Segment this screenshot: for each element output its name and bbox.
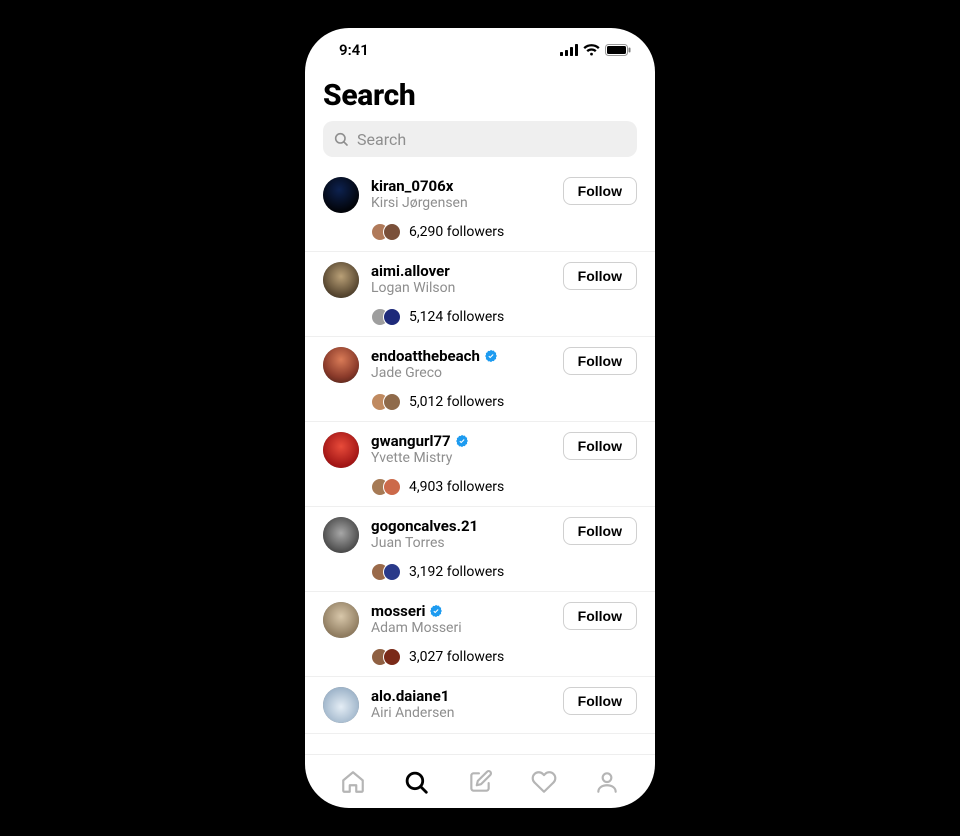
tab-compose[interactable] (467, 769, 493, 795)
user-row[interactable]: kiran_0706x Kirsi Jørgensen Follow 6,290… (305, 167, 655, 252)
battery-icon (605, 44, 631, 56)
followers-count: 6,290 followers (409, 224, 504, 240)
avatar[interactable] (323, 347, 359, 383)
user-row[interactable]: alo.daiane1 Airi Andersen Follow (305, 677, 655, 734)
follow-button[interactable]: Follow (563, 347, 637, 375)
display-name: Jade Greco (371, 365, 563, 381)
avatar[interactable] (323, 687, 359, 723)
facepile-avatar (383, 563, 401, 581)
username: kiran_0706x (371, 177, 453, 195)
followers-line: 5,124 followers (371, 308, 637, 326)
follow-button[interactable]: Follow (563, 177, 637, 205)
avatar[interactable] (323, 602, 359, 638)
username: gogoncalves.21 (371, 517, 478, 535)
display-name: Yvette Mistry (371, 450, 563, 466)
facepile (371, 308, 401, 326)
followers-line: 5,012 followers (371, 393, 637, 411)
page-title: Search (305, 72, 655, 121)
verified-badge-icon (455, 434, 469, 448)
avatar[interactable] (323, 262, 359, 298)
display-name: Juan Torres (371, 535, 563, 551)
username: gwangurl77 (371, 432, 451, 450)
followers-count: 4,903 followers (409, 479, 504, 495)
followers-line: 6,290 followers (371, 223, 637, 241)
follow-button[interactable]: Follow (563, 602, 637, 630)
followers-count: 3,192 followers (409, 564, 504, 580)
display-name: Airi Andersen (371, 705, 563, 721)
username: aimi.allover (371, 262, 450, 280)
avatar[interactable] (323, 432, 359, 468)
verified-badge-icon (484, 349, 498, 363)
user-row[interactable]: endoatthebeach Jade Greco Follow 5,012 f… (305, 337, 655, 422)
facepile (371, 648, 401, 666)
verified-badge-icon (429, 604, 443, 618)
avatar[interactable] (323, 177, 359, 213)
cellular-icon (560, 44, 578, 56)
facepile-avatar (383, 478, 401, 496)
user-row[interactable]: gogoncalves.21 Juan Torres Follow 3,192 … (305, 507, 655, 592)
followers-line: 3,192 followers (371, 563, 637, 581)
follow-button[interactable]: Follow (563, 432, 637, 460)
user-row[interactable]: gwangurl77 Yvette Mistry Follow 4,903 fo… (305, 422, 655, 507)
compose-icon (467, 769, 493, 795)
user-row[interactable]: aimi.allover Logan Wilson Follow 5,124 f… (305, 252, 655, 337)
follow-button[interactable]: Follow (563, 262, 637, 290)
home-icon (340, 769, 366, 795)
facepile (371, 393, 401, 411)
profile-icon (594, 769, 620, 795)
search-placeholder: Search (357, 130, 406, 149)
facepile (371, 563, 401, 581)
display-name: Adam Mosseri (371, 620, 563, 636)
wifi-icon (583, 44, 600, 56)
search-input[interactable]: Search (323, 121, 637, 157)
followers-count: 5,012 followers (409, 394, 504, 410)
status-indicators (560, 44, 631, 56)
avatar[interactable] (323, 517, 359, 553)
display-name: Logan Wilson (371, 280, 563, 296)
status-bar: 9:41 (305, 28, 655, 72)
facepile-avatar (383, 223, 401, 241)
tab-bar (305, 754, 655, 808)
facepile (371, 223, 401, 241)
follow-button[interactable]: Follow (563, 687, 637, 715)
facepile-avatar (383, 308, 401, 326)
tab-profile[interactable] (594, 769, 620, 795)
tab-activity[interactable] (531, 769, 557, 795)
user-row[interactable]: mosseri Adam Mosseri Follow 3,027 follow… (305, 592, 655, 677)
tab-search[interactable] (403, 769, 429, 795)
phone-frame: 9:41 Search Search kiran_0706x (305, 28, 655, 808)
search-icon (403, 769, 429, 795)
results-list: kiran_0706x Kirsi Jørgensen Follow 6,290… (305, 167, 655, 754)
followers-count: 3,027 followers (409, 649, 504, 665)
display-name: Kirsi Jørgensen (371, 195, 563, 211)
search-icon (333, 131, 349, 147)
username: alo.daiane1 (371, 687, 449, 705)
follow-button[interactable]: Follow (563, 517, 637, 545)
facepile (371, 478, 401, 496)
username: endoatthebeach (371, 347, 480, 365)
facepile-avatar (383, 648, 401, 666)
facepile-avatar (383, 393, 401, 411)
username: mosseri (371, 602, 425, 620)
heart-icon (531, 769, 557, 795)
tab-home[interactable] (340, 769, 366, 795)
followers-line: 4,903 followers (371, 478, 637, 496)
status-time: 9:41 (339, 41, 369, 59)
followers-line: 3,027 followers (371, 648, 637, 666)
followers-count: 5,124 followers (409, 309, 504, 325)
